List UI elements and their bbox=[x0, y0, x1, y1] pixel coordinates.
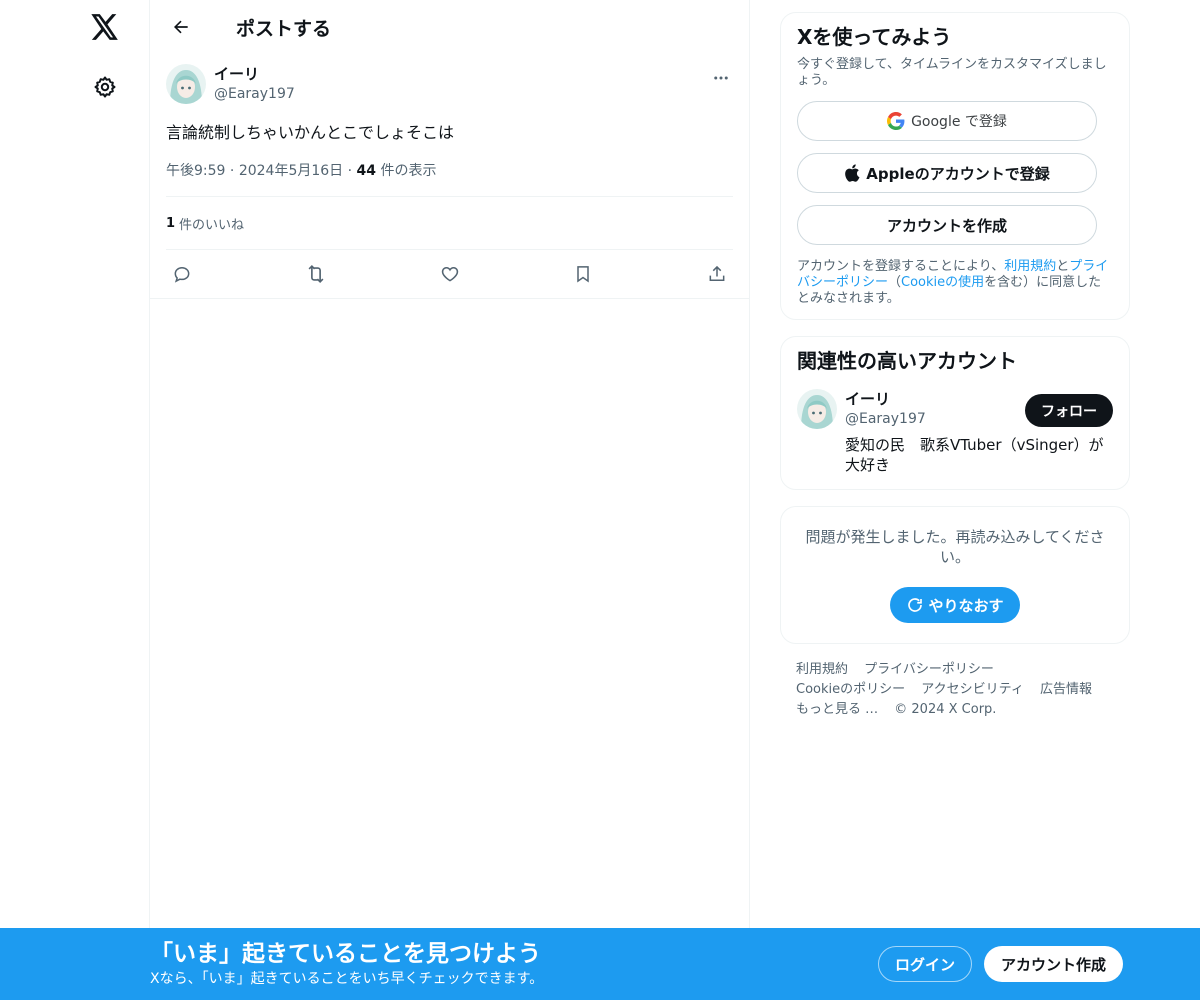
post-author: イーリ @Earay197 bbox=[214, 64, 295, 104]
back-arrow-icon[interactable] bbox=[164, 10, 198, 44]
terms-notice: アカウントを登録することにより、利用規約とプライバシーポリシー（Cookieの使… bbox=[797, 259, 1113, 307]
gear-icon[interactable] bbox=[88, 70, 122, 104]
signup-card: Xを使ってみよう 今すぐ登録して、タイムラインをカスタマイズしましょう。 Goo… bbox=[780, 12, 1130, 320]
meta-separator: · bbox=[347, 163, 357, 179]
author-name[interactable]: イーリ bbox=[214, 64, 295, 84]
likes-row[interactable]: 1 件のいいね bbox=[166, 197, 733, 250]
author-handle[interactable]: @Earay197 bbox=[214, 84, 295, 104]
more-icon[interactable] bbox=[709, 66, 733, 90]
apple-icon bbox=[844, 164, 860, 182]
avatar[interactable] bbox=[166, 64, 206, 104]
post-time[interactable]: 午後9:59 bbox=[166, 163, 225, 179]
create-account-button[interactable]: アカウントを作成 bbox=[797, 205, 1097, 245]
signup-subtitle: 今すぐ登録して、タイムラインをカスタマイズしましょう。 bbox=[797, 57, 1107, 88]
follow-button[interactable]: フォロー bbox=[1025, 394, 1113, 427]
google-signup-label: Google で登録 bbox=[911, 114, 1007, 130]
divider bbox=[150, 298, 749, 299]
copyright: © 2024 X Corp. bbox=[894, 702, 997, 717]
post-actions bbox=[166, 250, 733, 298]
post-meta: 午後9:59 · 2024年5月16日 · 44 件の表示 bbox=[166, 160, 733, 197]
retry-label: やりなおす bbox=[928, 596, 1004, 615]
post-text: 言論統制しちゃいかんとこでしょそこは bbox=[166, 123, 455, 142]
right-sidebar: Xを使ってみよう 今すぐ登録して、タイムラインをカスタマイズしましょう。 Goo… bbox=[780, 12, 1130, 720]
error-message: 問題が発生しました。再読み込みしてください。 bbox=[805, 528, 1105, 566]
post-header: イーリ @Earay197 bbox=[166, 64, 733, 104]
footer-link[interactable]: アクセシビリティ bbox=[921, 682, 1024, 697]
create-account-label: アカウントを作成 bbox=[886, 216, 1007, 235]
x-logo-icon[interactable] bbox=[88, 10, 122, 44]
bottom-banner: 「いま」起きていることを見つけよう Xなら、「いま」起きていることをいち早くチェ… bbox=[0, 928, 1200, 1000]
bookmark-icon[interactable] bbox=[571, 262, 595, 286]
page: ポストする イーリ @Earay197 言論統制しちゃいかんとこでしょそこは 午… bbox=[0, 0, 1200, 1000]
views-label: 件の表示 bbox=[380, 163, 437, 179]
post: イーリ @Earay197 言論統制しちゃいかんとこでしょそこは 午後9:59 … bbox=[150, 54, 749, 299]
left-nav bbox=[0, 0, 150, 1000]
related-bio: 愛知の民 歌系VTuber（vSinger）が大好き bbox=[845, 436, 1104, 474]
footer-link[interactable]: 利用規約 bbox=[796, 662, 848, 677]
related-title: 関連性の高いアカウント bbox=[797, 349, 1017, 373]
footer: 利用規約 プライバシーポリシー Cookieのポリシー アクセシビリティ 広告情… bbox=[780, 660, 1130, 720]
footer-link[interactable]: 広告情報 bbox=[1040, 682, 1092, 697]
repost-icon[interactable] bbox=[304, 262, 328, 286]
terms-prefix: アカウントを登録することにより、 bbox=[797, 259, 1005, 274]
page-title: ポストする bbox=[236, 17, 332, 40]
share-icon[interactable] bbox=[705, 262, 729, 286]
related-accounts-card: 関連性の高いアカウント イーリ @Earay197 愛知の民 歌系VTuber（… bbox=[780, 336, 1130, 490]
login-button[interactable]: ログイン bbox=[878, 946, 972, 982]
meta-separator: · bbox=[229, 163, 239, 179]
retry-button[interactable]: やりなおす bbox=[890, 587, 1020, 623]
google-signup-button[interactable]: Google で登録 bbox=[797, 101, 1097, 141]
likes-label: 件のいいね bbox=[179, 217, 245, 233]
cookie-link[interactable]: Cookieの使用 bbox=[901, 275, 984, 290]
error-card: 問題が発生しました。再読み込みしてください。 やりなおす bbox=[780, 506, 1130, 644]
terms-and: と bbox=[1056, 259, 1070, 274]
terms-link[interactable]: 利用規約 bbox=[1004, 259, 1056, 274]
banner-title: 「いま」起きていることを見つけよう bbox=[150, 941, 541, 967]
like-icon[interactable] bbox=[438, 262, 462, 286]
views-count: 44 bbox=[356, 163, 377, 179]
likes-count: 1 bbox=[166, 215, 176, 231]
post-date[interactable]: 2024年5月16日 bbox=[239, 163, 343, 179]
google-icon bbox=[887, 112, 905, 130]
footer-link[interactable]: Cookieのポリシー bbox=[796, 682, 905, 697]
banner-create-account-button[interactable]: アカウント作成 bbox=[984, 946, 1123, 982]
refresh-icon bbox=[906, 596, 924, 614]
signup-title: Xを使ってみよう bbox=[797, 25, 952, 49]
apple-signup-label: Appleのアカウントで登録 bbox=[866, 164, 1050, 183]
footer-more-link[interactable]: もっと見る … bbox=[796, 702, 878, 717]
banner-subtitle: Xなら、「いま」起きていることをいち早くチェックできます。 bbox=[150, 971, 544, 987]
avatar[interactable] bbox=[797, 389, 837, 429]
reply-icon[interactable] bbox=[170, 262, 194, 286]
main-column: ポストする イーリ @Earay197 言論統制しちゃいかんとこでしょそこは 午… bbox=[150, 0, 750, 1000]
terms-paren: （ bbox=[888, 275, 902, 290]
footer-link[interactable]: プライバシーポリシー bbox=[864, 662, 994, 677]
related-account[interactable]: イーリ @Earay197 愛知の民 歌系VTuber（vSinger）が大好き… bbox=[797, 389, 1113, 475]
top-bar: ポストする bbox=[150, 0, 749, 54]
apple-signup-button[interactable]: Appleのアカウントで登録 bbox=[797, 153, 1097, 193]
